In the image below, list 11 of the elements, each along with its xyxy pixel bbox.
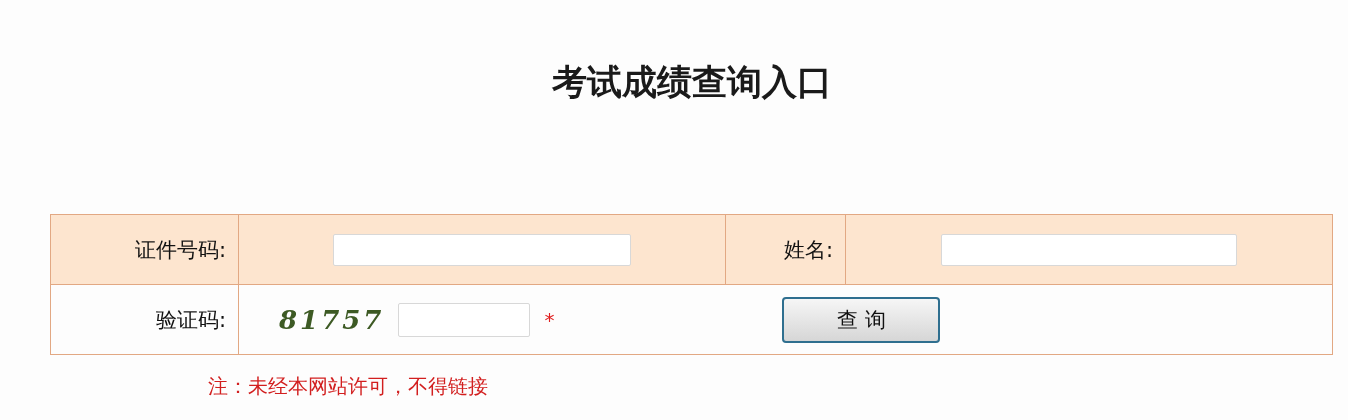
page-title: 考试成绩查询入口	[551, 61, 833, 104]
notice-text: 注：未经本网站许可，不得链接	[208, 373, 489, 400]
name-field[interactable]	[941, 233, 1237, 266]
query-button[interactable]: 查 询	[782, 296, 941, 343]
id-number-label: 证件号码:	[134, 237, 226, 262]
id-number-field[interactable]	[333, 233, 631, 266]
name-label: 姓名:	[783, 237, 833, 262]
required-mark: *	[544, 307, 555, 332]
captcha-code: 81757	[279, 304, 385, 335]
captcha-label: 验证码:	[155, 307, 226, 332]
captcha-field[interactable]	[398, 302, 531, 337]
